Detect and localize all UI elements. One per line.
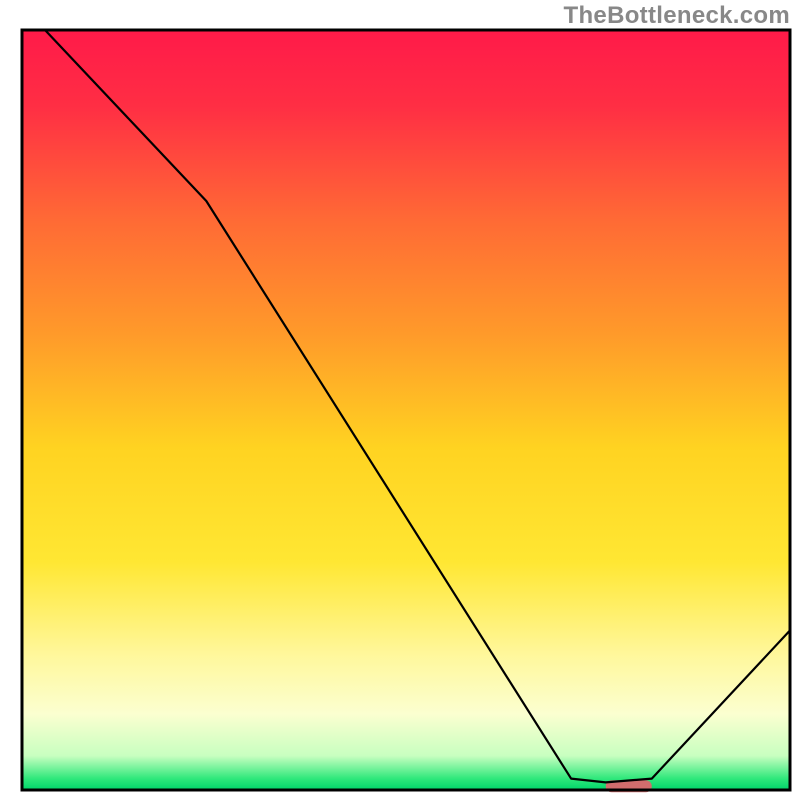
chart-container: TheBottleneck.com [0,0,800,800]
plot-area [22,30,790,792]
gradient-background [22,30,790,790]
bottleneck-chart [0,0,800,800]
watermark-label: TheBottleneck.com [564,2,790,30]
